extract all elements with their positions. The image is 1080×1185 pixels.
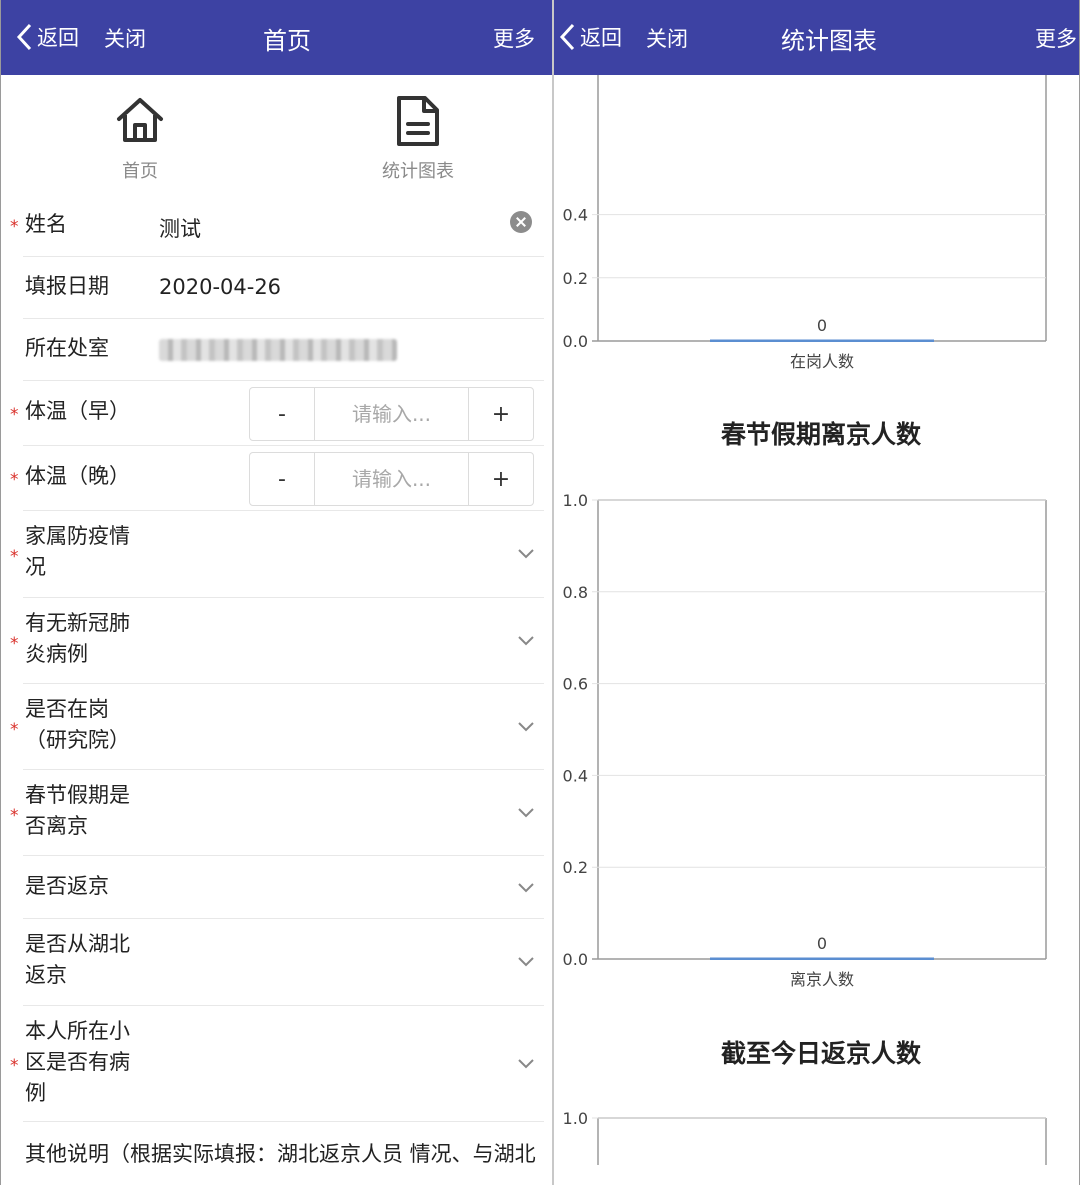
chevron-down-icon <box>518 722 534 732</box>
home-icon <box>117 98 163 142</box>
required-mark: * <box>10 405 19 425</box>
more-button[interactable]: 更多 <box>493 23 535 53</box>
document-icon <box>397 96 439 146</box>
date-field[interactable]: 2020-04-26 <box>159 275 281 299</box>
chevron-down-icon <box>518 636 534 646</box>
bar <box>710 957 934 960</box>
decrement-button[interactable]: - <box>250 388 314 440</box>
date-row: 填报日期 2020-04-26 <box>23 257 544 319</box>
chevron-down-icon <box>518 1059 534 1069</box>
community-case-label: 本人所在小 区是否有病例 <box>25 1019 130 1105</box>
temp-evening-input[interactable] <box>315 467 468 491</box>
increment-button[interactable]: + <box>469 388 533 440</box>
x-tick-label: 在岗人数 <box>790 352 854 371</box>
back-label: 返回 <box>580 26 622 50</box>
page-title: 统计图表 <box>781 27 877 55</box>
department-value-redacted <box>159 339 397 361</box>
y-tick-label: 0.4 <box>563 766 588 785</box>
x-tick-label: 离京人数 <box>790 970 854 989</box>
y-tick-label: 0.6 <box>563 675 588 694</box>
returned-label: 是否返京 <box>25 874 109 898</box>
other-notes-label: 其他说明（根据实际填报：湖北返京人员 情况、与湖北 <box>25 1142 536 1166</box>
covid-case-select[interactable]: * 有无新冠肺 炎病例 <box>10 598 544 684</box>
chart-title: 截至今日返京人数 <box>720 1039 921 1068</box>
page-title: 首页 <box>263 27 311 55</box>
community-case-select[interactable]: * 本人所在小 区是否有病例 <box>10 1006 544 1122</box>
chevron-down-icon <box>518 883 534 893</box>
required-mark: * <box>10 1056 19 1076</box>
required-mark: * <box>10 806 19 826</box>
from-hubei-select[interactable]: 是否从湖北 返京 <box>23 919 544 1006</box>
date-label: 填报日期 <box>25 274 109 298</box>
covid-case-label: 有无新冠肺 炎病例 <box>25 611 130 666</box>
chevron-down-icon <box>518 808 534 818</box>
y-tick-label: 0.2 <box>563 858 588 877</box>
chevron-left-icon <box>16 23 32 51</box>
y-tick-label: 0.0 <box>563 950 588 969</box>
chart-title: 春节假期离京人数 <box>720 420 921 449</box>
close-button[interactable]: 关闭 <box>646 23 688 53</box>
on-duty-label: 是否在岗 （研究院） <box>25 697 130 752</box>
name-input[interactable]: 测试 <box>159 213 201 243</box>
more-button[interactable]: 更多 <box>1035 23 1077 53</box>
chevron-down-icon <box>518 549 534 559</box>
temp-morning-row: * 体温（早） - + <box>10 381 544 446</box>
back-label: 返回 <box>37 26 79 50</box>
name-label: 姓名 <box>25 212 67 236</box>
y-tick-label: 1.0 <box>563 1109 588 1128</box>
chevron-left-icon <box>559 23 575 51</box>
y-tick-label: 0.2 <box>563 269 588 288</box>
y-tick-label: 0.8 <box>563 583 588 602</box>
left-beijing-label: 春节假期是 否离京 <box>25 783 130 838</box>
temp-evening-label: 体温（晚） <box>25 464 130 488</box>
family-status-label: 家属防疫情况 <box>25 524 130 579</box>
data-label: 0 <box>817 934 827 953</box>
charts-panel: 返回 关闭 统计图表 更多 0.0 0.2 0.4 0 在岗人数 0.0 0.2 0.4 0.6… <box>554 0 1080 1185</box>
y-tick-label: 0.4 <box>563 206 588 225</box>
left-beijing-select[interactable]: * 春节假期是 否离京 <box>10 770 544 856</box>
department-row: 所在处室 <box>23 319 544 381</box>
family-status-select[interactable]: * 家属防疫情况 <box>10 511 544 598</box>
required-mark: * <box>10 217 19 237</box>
home-header: 返回 关闭 首页 更多 <box>1 0 552 75</box>
temp-morning-label: 体温（早） <box>25 399 130 423</box>
returned-select[interactable]: 是否返京 <box>23 856 544 919</box>
y-tick-label: 1.0 <box>563 491 588 510</box>
from-hubei-label: 是否从湖北 返京 <box>25 932 130 987</box>
department-label: 所在处室 <box>25 336 109 360</box>
chevron-down-icon <box>518 957 534 967</box>
on-duty-select[interactable]: * 是否在岗 （研究院） <box>10 684 544 770</box>
back-button[interactable]: 返回 <box>558 20 622 54</box>
decrement-button[interactable]: - <box>250 453 314 505</box>
increment-button[interactable]: + <box>469 453 533 505</box>
data-label: 0 <box>817 316 827 335</box>
temp-evening-row: * 体温（晚） - + <box>10 446 544 511</box>
temp-morning-input[interactable] <box>315 402 468 426</box>
charts-area: 0.0 0.2 0.4 0 在岗人数 0.0 0.2 0.4 0.6 0.8 1.0 0 离京人数 1.0 <box>563 75 1047 1165</box>
required-mark: * <box>10 547 19 567</box>
bar <box>710 339 934 342</box>
temp-morning-stepper: - + <box>249 387 534 441</box>
nav-tab-home[interactable]: 首页 <box>80 95 200 183</box>
temp-evening-stepper: - + <box>249 452 534 506</box>
clear-icon[interactable] <box>510 211 532 233</box>
charts-header: 返回 关闭 统计图表 更多 <box>554 0 1079 75</box>
required-mark: * <box>10 470 19 490</box>
y-tick-label: 0.0 <box>563 332 588 351</box>
home-panel: 返回 关闭 首页 更多 首页 统计图表 * 姓名 测试 填报日期 2020-04… <box>0 0 552 1185</box>
close-button[interactable]: 关闭 <box>104 23 146 53</box>
nav-tab-home-label: 首页 <box>122 161 158 182</box>
nav-tab-charts-label: 统计图表 <box>382 161 454 182</box>
back-button[interactable]: 返回 <box>15 20 79 54</box>
required-mark: * <box>10 720 19 740</box>
name-row: * 姓名 测试 <box>10 197 544 257</box>
nav-tab-charts[interactable]: 统计图表 <box>358 95 478 183</box>
required-mark: * <box>10 634 19 654</box>
